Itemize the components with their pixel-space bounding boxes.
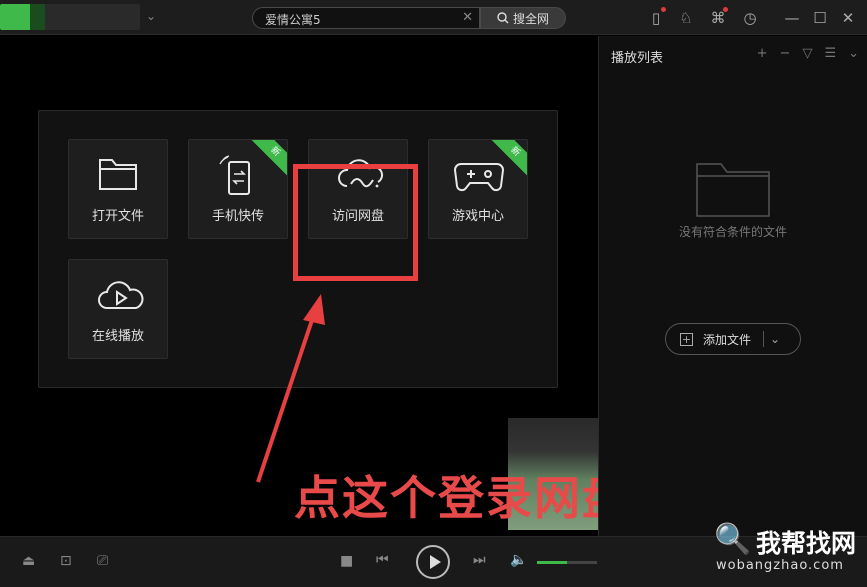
add-file-label: 添加文件	[703, 332, 752, 347]
remove-icon[interactable]: −	[780, 46, 791, 61]
chevron-down-icon[interactable]: ⌄	[848, 46, 859, 61]
add-file-icon: +	[680, 332, 693, 346]
filter-icon[interactable]: ▽	[802, 46, 812, 61]
play-button[interactable]	[416, 545, 450, 579]
volume-slider[interactable]	[537, 561, 597, 564]
chevron-down-icon[interactable]: ⌄	[770, 332, 780, 346]
eject-icon[interactable]: ⏏	[22, 553, 35, 569]
playlist-title: 播放列表	[611, 51, 664, 66]
annotation-text: 点这个登录网盘	[294, 471, 630, 525]
stop-icon[interactable]: ■	[340, 553, 353, 569]
empty-playlist-text: 没有符合条件的文件	[678, 225, 787, 239]
playlist-panel: 播放列表 + − ▽ ☰ ⌄ 没有符合条件的文件 + 添加文件 ⌄	[598, 36, 867, 536]
watermark: 🔍 我帮找网 wobangzhao.com	[714, 522, 864, 584]
list-icon[interactable]: ☰	[824, 46, 836, 61]
previous-icon[interactable]: ⏮	[376, 552, 389, 568]
add-file-button[interactable]: + 添加文件 ⌄	[665, 323, 801, 355]
watermark-text: 我帮找网	[756, 529, 857, 558]
watermark-domain: wobangzhao.com	[716, 558, 844, 573]
magnifier-icon: 🔍	[714, 522, 752, 557]
screen-icon[interactable]: ⊡	[60, 553, 72, 569]
volume-fill	[537, 561, 567, 564]
add-icon[interactable]: +	[757, 46, 768, 61]
empty-folder-icon	[696, 163, 770, 217]
playlist-toolbar: + − ▽ ☰ ⌄	[757, 46, 859, 61]
next-icon[interactable]: ⏭	[473, 552, 486, 568]
cast-icon[interactable]: ⎚	[97, 553, 108, 569]
volume-icon[interactable]: 🔈	[510, 552, 527, 568]
divider	[763, 331, 765, 347]
